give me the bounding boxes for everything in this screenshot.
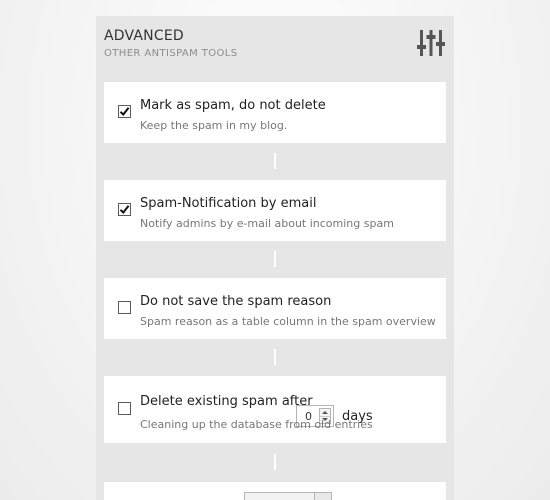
checkmark-icon xyxy=(119,205,130,214)
sliders-icon[interactable] xyxy=(416,28,446,58)
panel-header: ADVANCED OTHER ANTISPAM TOOLS xyxy=(104,28,446,72)
option-title: Delete existing spam after xyxy=(140,394,313,409)
option-card-partial xyxy=(104,482,446,500)
spam-notification-checkbox[interactable] xyxy=(118,203,131,216)
partial-select[interactable] xyxy=(244,492,332,500)
panel-title: ADVANCED xyxy=(104,28,184,44)
panel-subtitle: OTHER ANTISPAM TOOLS xyxy=(104,48,238,59)
checkmark-icon xyxy=(119,107,130,116)
stepper-up-arrow-icon[interactable] xyxy=(320,409,330,416)
option-description: Cleaning up the database from old entrie… xyxy=(140,418,373,431)
option-description: Keep the spam in my blog. xyxy=(140,119,288,132)
option-title: Do not save the spam reason xyxy=(140,294,332,309)
option-title: Mark as spam, do not delete xyxy=(140,98,326,113)
option-card-spam-notification: Spam-Notification by email Notify admins… xyxy=(104,180,446,241)
option-card-spam-reason: Do not save the spam reason Spam reason … xyxy=(104,278,446,339)
option-card-delete-spam: Delete existing spam after 0 days Cleani… xyxy=(104,376,446,443)
spam-reason-checkbox[interactable] xyxy=(118,301,131,314)
option-card-mark-as-spam: Mark as spam, do not delete Keep the spa… xyxy=(104,82,446,143)
connector-line xyxy=(274,251,276,267)
connector-line xyxy=(274,349,276,365)
option-description: Spam reason as a table column in the spa… xyxy=(140,315,436,328)
option-title: Spam-Notification by email xyxy=(140,196,317,211)
connector-line xyxy=(274,454,276,470)
delete-spam-checkbox[interactable] xyxy=(118,402,131,415)
advanced-settings-panel: ADVANCED OTHER ANTISPAM TOOLS Mark as sp… xyxy=(96,16,454,500)
mark-as-spam-checkbox[interactable] xyxy=(118,105,131,118)
connector-line xyxy=(274,153,276,169)
option-description: Notify admins by e-mail about incoming s… xyxy=(140,217,394,230)
select-dropdown-button[interactable] xyxy=(314,493,331,500)
